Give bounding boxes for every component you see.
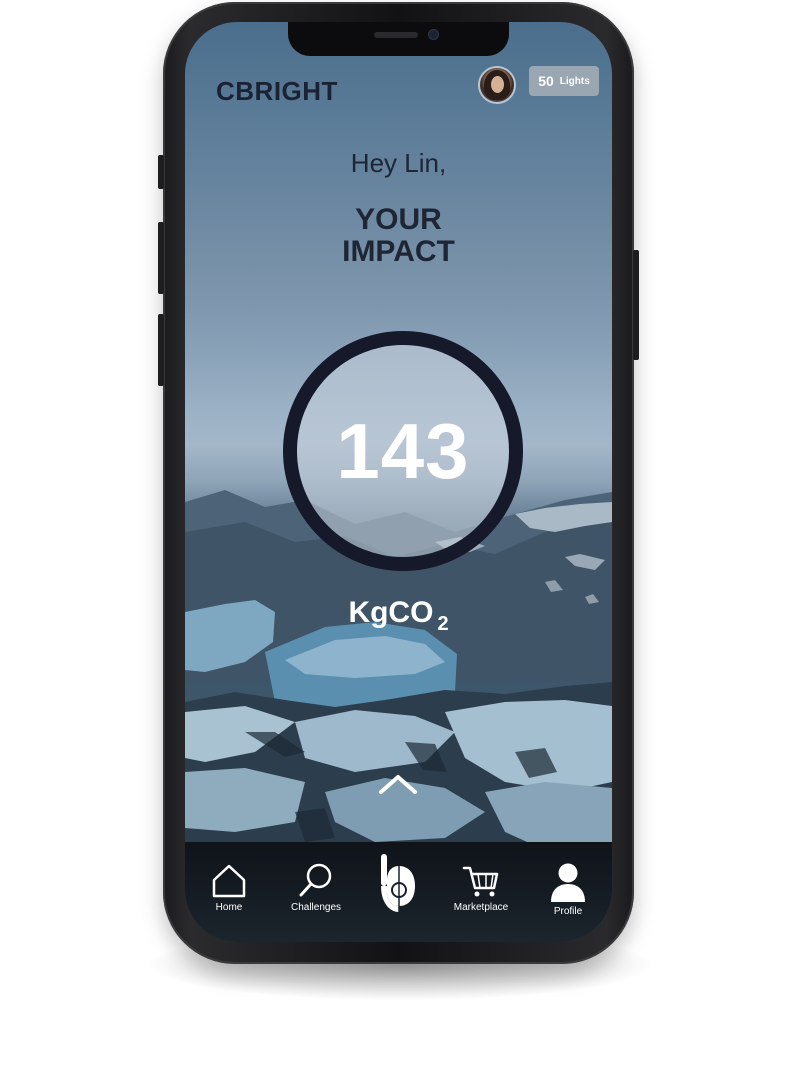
cbright-logo-icon[interactable] <box>379 852 419 918</box>
user-icon <box>551 863 585 902</box>
nav-item-challenges[interactable]: Challenges <box>276 862 356 913</box>
front-camera <box>428 29 439 40</box>
unit-main: KgCO <box>348 596 434 629</box>
phone-notch <box>288 22 509 56</box>
nav-label-home: Home <box>215 902 243 913</box>
avatar-face <box>491 76 504 93</box>
app-screen: CBRIGHT 50 Lights Hey Lin, YOUR IMPACT 1… <box>185 22 612 942</box>
nav-item-profile[interactable]: Profile <box>528 862 608 917</box>
nav-item-home[interactable]: Home <box>189 862 269 913</box>
unit-subscript: 2 <box>437 613 449 635</box>
cart-icon <box>462 866 499 897</box>
mockup-stage: CBRIGHT 50 Lights Hey Lin, YOUR IMPACT 1… <box>0 0 797 1084</box>
nav-label-challenges: Challenges <box>290 902 342 913</box>
lights-badge[interactable]: 50 Lights <box>529 66 599 96</box>
nav-item-marketplace[interactable]: Marketplace <box>441 862 521 913</box>
nav-label-profile: Profile <box>553 906 583 917</box>
lights-count: 50 <box>538 73 554 89</box>
volume-down-button <box>158 314 164 386</box>
page-title: YOUR IMPACT <box>185 204 612 268</box>
brand-logo-text: CBRIGHT <box>216 76 338 106</box>
speaker-grille <box>374 32 418 38</box>
nav-label-marketplace: Marketplace <box>453 902 509 913</box>
impact-unit: KgCO 2 <box>185 596 612 636</box>
lights-label: Lights <box>559 75 590 87</box>
volume-up-button <box>158 222 164 294</box>
power-button <box>633 250 639 360</box>
impact-value: 143 <box>336 406 470 495</box>
search-icon <box>299 863 332 897</box>
impact-ring[interactable]: 143 <box>283 331 523 571</box>
bottom-nav: Home Challenges Marketplace Profile <box>185 852 612 942</box>
silent-switch <box>158 155 164 189</box>
home-icon <box>212 864 246 898</box>
avatar[interactable] <box>478 66 516 104</box>
title-line-1: YOUR <box>355 203 442 236</box>
greeting-text: Hey Lin, <box>350 148 447 178</box>
chevron-up-icon[interactable] <box>378 772 418 796</box>
title-line-2: IMPACT <box>342 235 455 268</box>
